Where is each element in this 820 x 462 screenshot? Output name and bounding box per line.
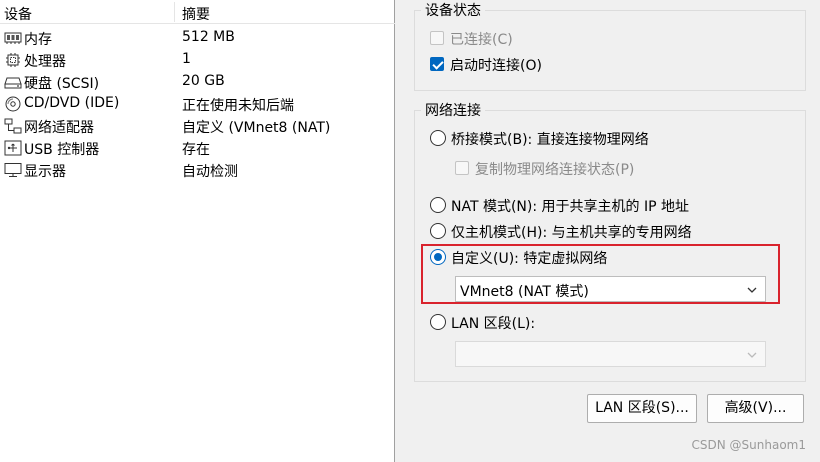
device-name: CD/DVD (IDE): [24, 95, 120, 111]
device-name: 显示器: [24, 164, 66, 180]
lan-segment-option[interactable]: LAN 区段(L):: [430, 313, 630, 333]
device-row-display[interactable]: 显示器 自动检测: [0, 159, 395, 181]
connected-checkbox[interactable]: [430, 31, 444, 45]
column-header-summary[interactable]: 摘要: [182, 4, 210, 24]
hard-disk-icon: [4, 77, 22, 89]
replicate-state-label: 复制物理网络连接状态(P): [475, 162, 635, 178]
cd-dvd-icon: [5, 96, 21, 112]
device-summary: 自动检测: [182, 164, 238, 180]
chevron-down-icon: [747, 352, 757, 358]
bridged-mode-label[interactable]: 桥接模式(B): 直接连接物理网络: [451, 129, 649, 149]
device-status-title: 设备状态: [421, 0, 485, 20]
column-divider[interactable]: [174, 2, 175, 22]
connected-label: 已连接(C): [450, 32, 513, 48]
lan-segments-button[interactable]: LAN 区段(S)...: [587, 394, 697, 423]
nat-mode-label[interactable]: NAT 模式(N): 用于共享主机的 IP 地址: [451, 196, 689, 216]
lan-segment-radio[interactable]: [430, 314, 446, 330]
device-summary: 1: [182, 51, 191, 67]
device-row-processor[interactable]: 处理器 1: [0, 49, 395, 71]
watermark: CSDN @Sunhaom1: [691, 438, 806, 452]
bridged-mode-radio[interactable]: [430, 130, 446, 146]
nat-mode-radio[interactable]: [430, 197, 446, 213]
lan-segment-select[interactable]: [455, 341, 766, 367]
device-list: 设备 摘要 内存 512 MB 处理器 1 硬盘 (SCSI) 20 GB CD…: [0, 0, 395, 462]
device-summary: 自定义 (VMnet8 (NAT): [182, 120, 331, 136]
connect-at-power-on-row[interactable]: 启动时连接(O): [430, 55, 630, 75]
host-only-mode-label[interactable]: 仅主机模式(H): 与主机共享的专用网络: [451, 222, 692, 242]
device-summary: 正在使用未知后端: [182, 98, 294, 114]
device-name: 处理器: [24, 54, 66, 70]
highlight-annotation: [421, 244, 780, 304]
device-row-memory[interactable]: 内存 512 MB: [0, 27, 395, 49]
connected-checkbox-row: 已连接(C): [430, 29, 630, 49]
device-row-cd-dvd[interactable]: CD/DVD (IDE) 正在使用未知后端: [0, 93, 395, 115]
network-connection-title: 网络连接: [421, 100, 485, 120]
device-summary: 存在: [182, 142, 210, 158]
device-list-header: 设备 摘要: [0, 0, 395, 24]
device-row-hard-disk[interactable]: 硬盘 (SCSI) 20 GB: [0, 71, 395, 93]
device-name: 内存: [24, 32, 52, 48]
nat-mode-option[interactable]: NAT 模式(N): 用于共享主机的 IP 地址: [430, 196, 770, 216]
usb-icon: [4, 140, 22, 156]
device-name: 硬盘 (SCSI): [24, 76, 100, 92]
host-only-mode-radio[interactable]: [430, 223, 446, 239]
network-adapter-icon: [4, 118, 22, 134]
connect-at-power-on-checkbox[interactable]: [430, 57, 444, 71]
device-name: 网络适配器: [24, 120, 94, 136]
bridged-mode-option[interactable]: 桥接模式(B): 直接连接物理网络: [430, 129, 760, 149]
replicate-state-row: 复制物理网络连接状态(P): [455, 159, 735, 179]
processor-icon: [6, 53, 20, 67]
lan-segment-label[interactable]: LAN 区段(L):: [451, 313, 535, 333]
device-row-usb-controller[interactable]: USB 控制器 存在: [0, 137, 395, 159]
column-header-device[interactable]: 设备: [4, 4, 32, 24]
host-only-mode-option[interactable]: 仅主机模式(H): 与主机共享的专用网络: [430, 222, 770, 242]
display-icon: [4, 163, 22, 177]
connect-at-power-on-label[interactable]: 启动时连接(O): [450, 55, 542, 75]
device-name: USB 控制器: [24, 142, 100, 158]
advanced-button[interactable]: 高级(V)...: [707, 394, 804, 423]
replicate-state-checkbox[interactable]: [455, 161, 469, 175]
device-row-network-adapter[interactable]: 网络适配器 自定义 (VMnet8 (NAT): [0, 115, 395, 137]
device-status-group: 设备状态 已连接(C) 启动时连接(O): [414, 0, 806, 91]
memory-icon: [4, 32, 22, 44]
device-summary: 512 MB: [182, 29, 235, 45]
device-summary: 20 GB: [182, 73, 225, 89]
